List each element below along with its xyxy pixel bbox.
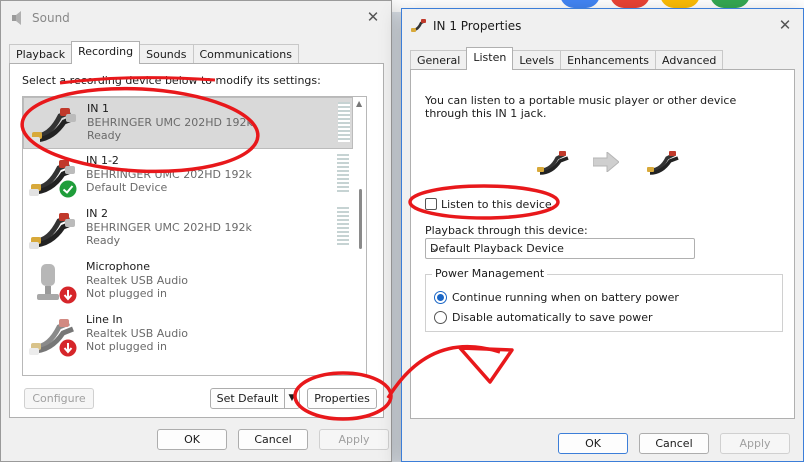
playback-device-select[interactable]: Default Playback Device ⌄ (425, 238, 695, 259)
level-meter (337, 207, 349, 247)
device-driver: BEHRINGER UMC 202HD 192k (86, 168, 252, 181)
configure-button[interactable]: Configure (24, 388, 94, 409)
tab-communications[interactable]: Communications (192, 44, 299, 64)
tab-listen[interactable]: Listen (466, 47, 514, 70)
listen-description: You can listen to a portable music playe… (425, 94, 737, 120)
level-meter (338, 102, 350, 142)
scroll-up-icon[interactable]: ▲ (356, 99, 362, 108)
properties-window: IN 1 Properties ✕ General Listen Levels … (401, 8, 804, 462)
playback-device-label: Playback through this device: (425, 224, 588, 237)
chevron-down-icon: ⌄ (430, 241, 440, 254)
device-name: IN 1-2 (86, 154, 119, 167)
properties-tab-strip: General Listen Levels Enhancements Advan… (410, 47, 724, 70)
sound-cancel-button[interactable]: Cancel (238, 429, 308, 450)
tab-playback[interactable]: Playback (9, 44, 73, 64)
rca-jack-target-icon (647, 151, 679, 175)
power-management-group: Power Management Continue running when o… (425, 267, 783, 332)
sound-close-icon[interactable]: ✕ (365, 9, 381, 25)
listen-checkbox-label[interactable]: Listen to this device (441, 198, 552, 211)
scrollbar-thumb[interactable] (359, 189, 362, 249)
listen-panel: You can listen to a portable music playe… (410, 69, 795, 419)
recording-panel: Select a recording device below to modif… (9, 63, 384, 418)
device-status: Not plugged in (86, 287, 168, 300)
sound-window-title: Sound (32, 11, 70, 25)
sound-tab-strip: Playback Recording Sounds Communications (9, 41, 299, 64)
power-management-title: Power Management (432, 267, 548, 280)
device-driver: BEHRINGER UMC 202HD 192k (86, 221, 252, 234)
properties-close-icon[interactable]: ✕ (777, 17, 793, 33)
device-name: IN 2 (86, 207, 108, 220)
set-default-button[interactable]: Set Default (210, 388, 285, 409)
disable-automatically-label[interactable]: Disable automatically to save power (452, 311, 653, 324)
device-item-line-in[interactable]: Line In Realtek USB Audio Not plugged in (23, 309, 353, 361)
device-item-microphone[interactable]: Microphone Realtek USB Audio Not plugged… (23, 256, 353, 308)
unplugged-icon (59, 339, 77, 357)
rca-jack-icon (29, 213, 75, 249)
set-default-dropdown-icon[interactable]: ▼ (284, 388, 300, 409)
properties-titlebar[interactable]: IN 1 Properties ✕ (402, 9, 803, 43)
recording-instruction: Select a recording device below to modif… (22, 74, 321, 87)
properties-window-title: IN 1 Properties (433, 19, 522, 33)
arrow-right-icon (593, 152, 619, 172)
unplugged-icon (59, 286, 77, 304)
device-item-in-2[interactable]: IN 2 BEHRINGER UMC 202HD 192k Ready (23, 203, 353, 255)
device-driver: BEHRINGER UMC 202HD 192k (87, 116, 253, 129)
listen-checkbox[interactable] (425, 198, 437, 210)
device-status: Default Device (86, 181, 168, 194)
speaker-icon (12, 11, 21, 25)
device-status: Ready (86, 234, 121, 247)
sound-ok-button[interactable]: OK (157, 429, 227, 450)
device-driver: Realtek USB Audio (86, 327, 189, 340)
device-status: Not plugged in (86, 340, 168, 353)
device-name: Line In (86, 313, 123, 326)
tab-enhancements[interactable]: Enhancements (560, 50, 657, 70)
continue-running-label[interactable]: Continue running when on battery power (452, 291, 679, 304)
sound-titlebar[interactable]: Sound ✕ (1, 1, 391, 35)
properties-ok-button[interactable]: OK (558, 433, 628, 454)
tab-advanced[interactable]: Advanced (655, 50, 724, 70)
tab-recording[interactable]: Recording (71, 41, 141, 64)
device-name: IN 1 (87, 102, 109, 115)
continue-running-radio[interactable] (434, 291, 447, 304)
properties-button[interactable]: Properties (307, 388, 377, 409)
default-device-check-icon (59, 180, 77, 198)
properties-cancel-button[interactable]: Cancel (639, 433, 709, 454)
device-item-in-1-2[interactable]: IN 1-2 BEHRINGER UMC 202HD 192k Default … (23, 150, 353, 202)
rca-jack-source-icon (537, 151, 569, 175)
device-name: Microphone (86, 260, 151, 273)
device-driver: Realtek USB Audio (86, 274, 189, 287)
properties-apply-button[interactable]: Apply (720, 433, 790, 454)
tab-sounds[interactable]: Sounds (139, 44, 194, 64)
rca-jack-icon (30, 108, 76, 144)
sound-window: Sound ✕ Playback Recording Sounds Commun… (0, 0, 392, 462)
tab-levels[interactable]: Levels (512, 50, 562, 70)
tab-general[interactable]: General (410, 50, 468, 70)
recording-device-list[interactable]: IN 1 BEHRINGER UMC 202HD 192k Ready IN 1… (22, 96, 367, 376)
sound-apply-button[interactable]: Apply (319, 429, 389, 450)
device-status: Ready (87, 129, 122, 142)
level-meter (337, 154, 349, 194)
disable-automatically-radio[interactable] (434, 311, 447, 324)
device-list-scrollbar[interactable]: ▲ (354, 97, 366, 375)
rca-jack-icon (411, 19, 426, 32)
device-item-in-1[interactable]: IN 1 BEHRINGER UMC 202HD 192k Ready (23, 97, 353, 149)
